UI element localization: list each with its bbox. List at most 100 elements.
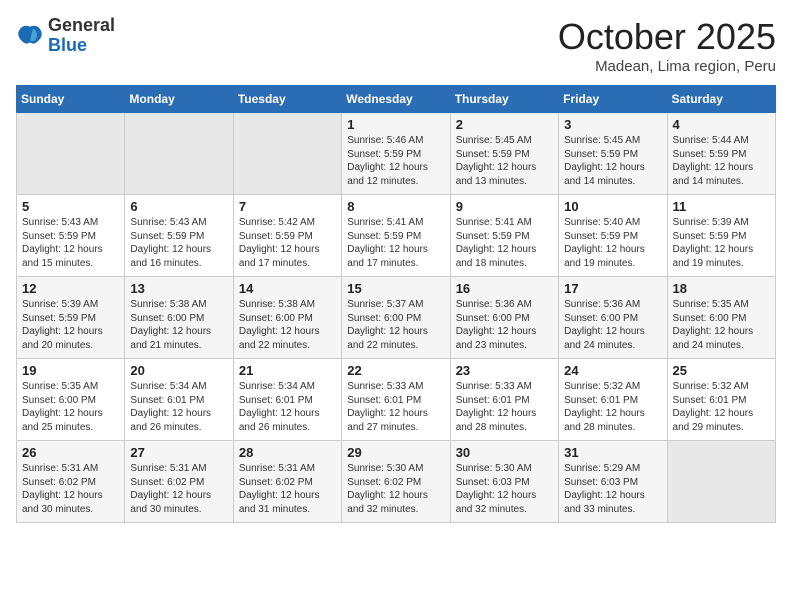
calendar-week-row: 26Sunrise: 5:31 AM Sunset: 6:02 PM Dayli… [17, 441, 776, 523]
day-content: Sunrise: 5:31 AM Sunset: 6:02 PM Dayligh… [130, 462, 227, 516]
day-content: Sunrise: 5:34 AM Sunset: 6:01 PM Dayligh… [130, 380, 227, 434]
calendar-week-row: 19 Sunrise: 5:35 AM Sunset: 6:00 PM Dayli… [17, 359, 776, 441]
logo-general: General [48, 15, 115, 35]
month-title: October 2025 [558, 16, 776, 58]
day-content: Sunrise: 5:31 AM Sunset: 6:02 PM Dayligh… [239, 462, 336, 516]
logo-text: General Blue [48, 16, 115, 56]
day-number: 2 [456, 117, 553, 132]
calendar-cell [667, 441, 775, 523]
day-number: 4 [673, 117, 770, 132]
day-number: 28 [239, 445, 336, 460]
calendar-cell [125, 113, 233, 195]
day-content: Sunrise: 5:39 AM Sunset: 5:59 PM Dayligh… [22, 298, 119, 352]
calendar-cell: 1 Sunrise: 5:46 AM Sunset: 5:59 PM Daylig… [342, 113, 450, 195]
calendar-cell: 15 Sunrise: 5:37 AM Sunset: 6:00 PM Dayli… [342, 277, 450, 359]
calendar-cell: 29 Sunrise: 5:30 AM Sunset: 6:02 PM Dayli… [342, 441, 450, 523]
calendar-week-row: 12 Sunrise: 5:39 AM Sunset: 5:59 PM Dayli… [17, 277, 776, 359]
day-number: 19 [22, 363, 119, 378]
col-header-wednesday: Wednesday [342, 86, 450, 113]
calendar-cell: 22 Sunrise: 5:33 AM Sunset: 6:01 PM Dayli… [342, 359, 450, 441]
calendar-cell: 11 Sunrise: 5:39 AM Sunset: 5:59 PM Dayli… [667, 195, 775, 277]
day-number: 17 [564, 281, 661, 296]
day-content: Sunrise: 5:30 AM Sunset: 6:02 PM Dayligh… [347, 462, 444, 516]
calendar-cell: 19 Sunrise: 5:35 AM Sunset: 6:00 PM Dayli… [17, 359, 125, 441]
calendar-cell [17, 113, 125, 195]
col-header-saturday: Saturday [667, 86, 775, 113]
calendar-cell: 28 Sunrise: 5:31 AM Sunset: 6:02 PM Dayli… [233, 441, 341, 523]
day-number: 21 [239, 363, 336, 378]
day-content: Sunrise: 5:34 AM Sunset: 6:01 PM Dayligh… [239, 380, 336, 434]
day-content: Sunrise: 5:33 AM Sunset: 6:01 PM Dayligh… [347, 380, 444, 434]
col-header-friday: Friday [559, 86, 667, 113]
calendar-header-row: SundayMondayTuesdayWednesdayThursdayFrid… [17, 86, 776, 113]
day-number: 25 [673, 363, 770, 378]
day-content: Sunrise: 5:32 AM Sunset: 6:01 PM Dayligh… [564, 380, 661, 434]
calendar-cell: 4 Sunrise: 5:44 AM Sunset: 5:59 PM Daylig… [667, 113, 775, 195]
day-number: 22 [347, 363, 444, 378]
title-block: October 2025 Madean, Lima region, Peru [558, 16, 776, 75]
col-header-tuesday: Tuesday [233, 86, 341, 113]
calendar-cell: 30Sunrise: 5:30 AM Sunset: 6:03 PM Dayli… [450, 441, 558, 523]
day-content: Sunrise: 5:35 AM Sunset: 6:00 PM Dayligh… [673, 298, 770, 352]
day-content: Sunrise: 5:39 AM Sunset: 5:59 PM Dayligh… [673, 216, 770, 270]
calendar-week-row: 5 Sunrise: 5:43 AM Sunset: 5:59 PM Daylig… [17, 195, 776, 277]
col-header-monday: Monday [125, 86, 233, 113]
day-number: 13 [130, 281, 227, 296]
calendar-cell: 21 Sunrise: 5:34 AM Sunset: 6:01 PM Dayli… [233, 359, 341, 441]
day-content: Sunrise: 5:46 AM Sunset: 5:59 PM Dayligh… [347, 134, 444, 188]
day-number: 29 [347, 445, 444, 460]
day-content: Sunrise: 5:36 AM Sunset: 6:00 PM Dayligh… [564, 298, 661, 352]
day-content: Sunrise: 5:38 AM Sunset: 6:00 PM Dayligh… [130, 298, 227, 352]
calendar-cell: 12 Sunrise: 5:39 AM Sunset: 5:59 PM Dayli… [17, 277, 125, 359]
day-number: 10 [564, 199, 661, 214]
day-content: Sunrise: 5:37 AM Sunset: 6:00 PM Dayligh… [347, 298, 444, 352]
calendar-cell: 31 Sunrise: 5:29 AM Sunset: 6:03 PM Dayli… [559, 441, 667, 523]
day-content: Sunrise: 5:38 AM Sunset: 6:00 PM Dayligh… [239, 298, 336, 352]
location: Madean, Lima region, Peru [558, 58, 776, 75]
logo-icon [16, 22, 44, 50]
day-number: 30 [456, 445, 553, 460]
calendar-cell: 17 Sunrise: 5:36 AM Sunset: 6:00 PM Dayli… [559, 277, 667, 359]
day-number: 14 [239, 281, 336, 296]
day-number: 31 [564, 445, 661, 460]
day-content: Sunrise: 5:41 AM Sunset: 5:59 PM Dayligh… [456, 216, 553, 270]
calendar-cell: 24Sunrise: 5:32 AM Sunset: 6:01 PM Dayli… [559, 359, 667, 441]
day-content: Sunrise: 5:44 AM Sunset: 5:59 PM Dayligh… [673, 134, 770, 188]
day-content: Sunrise: 5:33 AM Sunset: 6:01 PM Dayligh… [456, 380, 553, 434]
calendar-cell: 13 Sunrise: 5:38 AM Sunset: 6:00 PM Dayli… [125, 277, 233, 359]
calendar-cell: 26Sunrise: 5:31 AM Sunset: 6:02 PM Dayli… [17, 441, 125, 523]
day-number: 9 [456, 199, 553, 214]
calendar-cell: 7 Sunrise: 5:42 AM Sunset: 5:59 PM Daylig… [233, 195, 341, 277]
day-number: 16 [456, 281, 553, 296]
day-content: Sunrise: 5:45 AM Sunset: 5:59 PM Dayligh… [456, 134, 553, 188]
day-number: 20 [130, 363, 227, 378]
calendar-table: SundayMondayTuesdayWednesdayThursdayFrid… [16, 85, 776, 523]
calendar-cell: 20 Sunrise: 5:34 AM Sunset: 6:01 PM Dayli… [125, 359, 233, 441]
day-number: 1 [347, 117, 444, 132]
day-content: Sunrise: 5:31 AM Sunset: 6:02 PM Dayligh… [22, 462, 119, 516]
day-number: 12 [22, 281, 119, 296]
calendar-cell: 27Sunrise: 5:31 AM Sunset: 6:02 PM Dayli… [125, 441, 233, 523]
day-content: Sunrise: 5:29 AM Sunset: 6:03 PM Dayligh… [564, 462, 661, 516]
calendar-cell: 16 Sunrise: 5:36 AM Sunset: 6:00 PM Dayli… [450, 277, 558, 359]
calendar-cell: 23Sunrise: 5:33 AM Sunset: 6:01 PM Dayli… [450, 359, 558, 441]
day-number: 15 [347, 281, 444, 296]
day-content: Sunrise: 5:36 AM Sunset: 6:00 PM Dayligh… [456, 298, 553, 352]
col-header-thursday: Thursday [450, 86, 558, 113]
calendar-cell: 18 Sunrise: 5:35 AM Sunset: 6:00 PM Dayli… [667, 277, 775, 359]
calendar-cell: 8Sunrise: 5:41 AM Sunset: 5:59 PM Daylig… [342, 195, 450, 277]
page-header: General Blue October 2025 Madean, Lima r… [16, 16, 776, 75]
day-number: 11 [673, 199, 770, 214]
day-content: Sunrise: 5:45 AM Sunset: 5:59 PM Dayligh… [564, 134, 661, 188]
day-content: Sunrise: 5:35 AM Sunset: 6:00 PM Dayligh… [22, 380, 119, 434]
calendar-cell: 10Sunrise: 5:40 AM Sunset: 5:59 PM Dayli… [559, 195, 667, 277]
logo: General Blue [16, 16, 115, 56]
day-content: Sunrise: 5:42 AM Sunset: 5:59 PM Dayligh… [239, 216, 336, 270]
day-number: 7 [239, 199, 336, 214]
day-number: 8 [347, 199, 444, 214]
calendar-cell: 9 Sunrise: 5:41 AM Sunset: 5:59 PM Daylig… [450, 195, 558, 277]
day-content: Sunrise: 5:43 AM Sunset: 5:59 PM Dayligh… [22, 216, 119, 270]
calendar-cell: 6Sunrise: 5:43 AM Sunset: 5:59 PM Daylig… [125, 195, 233, 277]
day-number: 5 [22, 199, 119, 214]
day-number: 18 [673, 281, 770, 296]
